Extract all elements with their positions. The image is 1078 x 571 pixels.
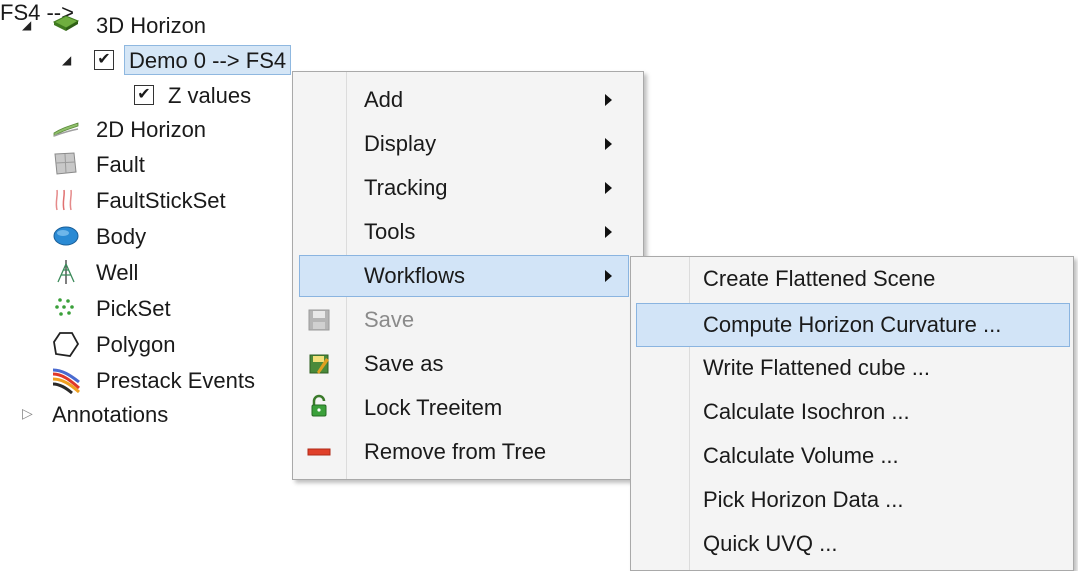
workflows-submenu: Create Flattened Scene Compute Horizon C… <box>630 256 1074 571</box>
menu-item-label: Write Flattened cube ... <box>703 355 931 380</box>
menu-item-label: Display <box>364 131 437 156</box>
menu-item-label: Save <box>364 307 415 332</box>
prestack-events-icon <box>52 367 80 394</box>
tree-item-label: Z values <box>168 83 252 108</box>
tree-item-pickset[interactable]: PickSet <box>0 293 240 323</box>
menu-item-compute-horizon-curvature[interactable]: Compute Horizon Curvature ... <box>636 303 1070 347</box>
tree-item-polygon[interactable]: Polygon <box>0 329 240 359</box>
menu-item-lock-treeitem[interactable]: Lock Treeitem <box>299 388 637 428</box>
tree-item-label: 2D Horizon <box>96 117 207 142</box>
menu-item-label: Calculate Volume ... <box>703 443 899 468</box>
tree-item-z-values[interactable]: ✔ Z values <box>0 80 280 110</box>
tree-item-fault[interactable]: Fault <box>0 149 240 179</box>
menu-item-calculate-volume[interactable]: Calculate Volume ... <box>637 436 1069 476</box>
well-icon <box>57 260 75 284</box>
menu-item-label: Remove from Tree <box>364 439 547 464</box>
tree-item-2d-horizon[interactable]: 2D Horizon <box>0 114 240 144</box>
submenu-arrow-icon <box>605 94 612 106</box>
tree-item-3d-horizon[interactable]: ◢ 3D Horizon <box>0 10 240 40</box>
visibility-checkbox[interactable]: ✔ <box>94 50 114 70</box>
menu-item-remove-from-tree[interactable]: Remove from Tree <box>299 432 637 472</box>
pickset-icon <box>55 298 74 316</box>
menu-item-tracking[interactable]: Tracking <box>299 168 637 208</box>
submenu-arrow-icon <box>605 270 612 282</box>
2d-horizon-icon <box>53 122 79 137</box>
menu-item-label: Tracking <box>364 175 448 200</box>
menu-item-write-flattened-cube[interactable]: Write Flattened cube ... <box>637 348 1069 388</box>
tree-item-prestack-events[interactable]: Prestack Events <box>0 365 290 395</box>
submenu-arrow-icon <box>605 226 612 238</box>
menu-item-add[interactable]: Add <box>299 80 637 120</box>
menu-item-tools[interactable]: Tools <box>299 212 637 252</box>
3d-horizon-icon <box>52 15 80 31</box>
tree-item-demo-horizon[interactable]: ◢ ✔ Demo 0 --> FS4 <box>0 45 320 75</box>
collapsed-triangle-icon[interactable]: ▷ <box>22 405 33 422</box>
menu-item-save[interactable]: Save <box>299 300 637 340</box>
menu-item-label: Add <box>364 87 404 112</box>
menu-item-workflows[interactable]: Workflows <box>299 255 629 297</box>
tree-item-label: Fault <box>96 152 145 177</box>
save-as-icon <box>309 354 329 374</box>
menu-item-label: Create Flattened Scene <box>703 266 936 291</box>
menu-item-label: Quick UVQ ... <box>703 531 838 556</box>
menu-item-create-flattened-scene[interactable]: Create Flattened Scene <box>637 259 1069 299</box>
polygon-icon <box>53 332 80 357</box>
object-tree: ◢ 3D Horizon FS4 --> ◢ ✔ Demo 0 --> FS4 … <box>0 0 1078 427</box>
menu-item-label: Pick Horizon Data ... <box>703 487 904 512</box>
tree-item-label: Prestack Events <box>96 368 255 393</box>
submenu-arrow-icon <box>605 182 612 194</box>
tree-item-label: Polygon <box>96 332 176 357</box>
menu-item-calculate-isochron[interactable]: Calculate Isochron ... <box>637 392 1069 432</box>
menu-item-label: Save as <box>364 351 444 376</box>
tree-item-label: Well <box>96 260 139 285</box>
tree-item-label: 3D Horizon <box>96 13 207 38</box>
fault-icon <box>54 152 77 175</box>
menu-item-label: Workflows <box>364 263 466 288</box>
tree-item-well[interactable]: Well <box>0 257 240 287</box>
faultstickset-icon <box>55 189 72 211</box>
menu-item-quick-uvq[interactable]: Quick UVQ ... <box>637 524 1069 564</box>
lock-icon <box>311 394 327 417</box>
tree-item-label: FaultStickSet <box>96 188 226 213</box>
tree-item-faultstickset[interactable]: FaultStickSet <box>0 185 260 215</box>
menu-item-save-as[interactable]: Save as <box>299 344 637 384</box>
menu-item-label: Compute Horizon Curvature ... <box>703 312 1002 337</box>
tree-item-label: PickSet <box>96 296 171 321</box>
submenu-arrow-icon <box>605 138 612 150</box>
menu-item-label: Tools <box>364 219 416 244</box>
menu-item-display[interactable]: Display <box>299 124 637 164</box>
save-icon <box>308 309 330 331</box>
tree-item-annotations[interactable]: ▷ Annotations <box>0 399 220 429</box>
tree-item-label: Body <box>96 224 147 249</box>
context-menu: Add Display Tracking Tools Workflows Sav… <box>292 71 644 480</box>
expand-triangle-icon[interactable]: ◢ <box>62 53 71 67</box>
tree-item-body[interactable]: Body <box>0 221 240 251</box>
tree-item-label-selected: Demo 0 --> FS4 <box>124 45 292 75</box>
menu-item-label: Lock Treeitem <box>364 395 503 420</box>
visibility-checkbox[interactable]: ✔ <box>134 85 154 105</box>
expand-triangle-icon[interactable]: ◢ <box>22 18 31 32</box>
menu-item-label: Calculate Isochron ... <box>703 399 910 424</box>
menu-item-pick-horizon-data[interactable]: Pick Horizon Data ... <box>637 480 1069 520</box>
body-icon <box>53 226 79 246</box>
tree-item-label: Annotations <box>52 402 169 427</box>
remove-icon <box>307 448 331 456</box>
